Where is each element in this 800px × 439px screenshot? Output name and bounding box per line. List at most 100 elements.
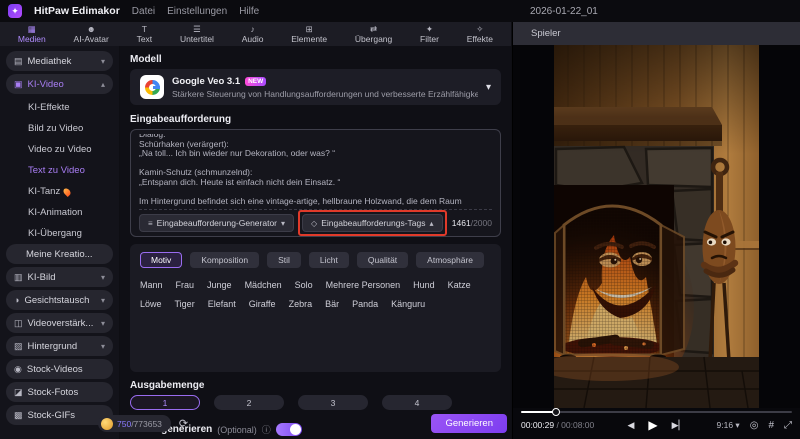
fullscreen-icon[interactable]: ⤢: [784, 420, 792, 431]
sidebar: ▤ Mediathek ▾ ▣ KI-Video ▴ KI-Effekte Bi…: [0, 46, 119, 439]
grid-crop-icon[interactable]: #: [768, 420, 774, 431]
sidebar-item-gesichtstausch[interactable]: ◑ Gesichtstausch ▾: [6, 290, 113, 310]
sidebar-item-ki-uebergang[interactable]: KI-Übergang: [6, 223, 113, 244]
chevron-down-icon[interactable]: ▾: [486, 82, 491, 93]
sidebar-item-label: Videoverstärk...: [27, 317, 94, 329]
chevron-down-icon: ▾: [100, 295, 105, 305]
tag-word[interactable]: Hund: [413, 280, 435, 290]
tag-word[interactable]: Bär: [325, 299, 339, 309]
menu-einstellungen[interactable]: Einstellungen: [167, 6, 227, 17]
prompt-line: Im Hintergrund befindet sich eine vintag…: [139, 196, 491, 206]
tag-word[interactable]: Mädchen: [245, 280, 282, 290]
credits-badge[interactable]: 750/773653: [98, 415, 171, 432]
sidebar-item-label: Mediathek: [27, 55, 72, 67]
image-icon: ▥: [14, 271, 23, 282]
sidebar-item-videoverstaerkung[interactable]: ◫ Videoverstärk... ▾: [6, 313, 113, 333]
music-note-icon: ♪: [250, 24, 255, 34]
quantity-option-2[interactable]: 2: [214, 395, 284, 410]
face-swap-icon: ◑: [14, 295, 20, 305]
tab-elemente[interactable]: ⊞ Elemente: [291, 25, 327, 43]
sidebar-item-stock-fotos[interactable]: ◪ Stock-Fotos: [6, 382, 113, 402]
prompt-text: Dialog: Schürhaken (verärgert): „Na toll…: [139, 134, 492, 206]
sidebar-item-mediathek[interactable]: ▤ Mediathek ▾: [6, 51, 113, 71]
tag-category-atmosphaere[interactable]: Atmosphäre: [416, 252, 485, 268]
transition-icon: ⇄: [370, 24, 378, 34]
tag-word[interactable]: Panda: [352, 299, 378, 309]
snapshot-icon[interactable]: ◎: [750, 420, 759, 431]
menu-datei[interactable]: Datei: [132, 6, 155, 17]
tag-category-stil[interactable]: Stil: [267, 252, 301, 268]
seek-bar[interactable]: [521, 408, 792, 416]
ribbon-tabbar: ▦ Medien ☻ AI-Avatar T Text ☰ Untertitel…: [0, 22, 511, 46]
tag-category-motiv[interactable]: Motiv: [140, 252, 183, 268]
sidebar-item-ki-video[interactable]: ▣ KI-Video ▴: [6, 74, 113, 94]
tag-categories: Motiv Komposition Stil Licht Qualität At…: [140, 252, 491, 268]
prompt-tags-button[interactable]: ◇ Eingabeaufforderungs-Tags ▴: [302, 214, 443, 232]
sidebar-item-ki-bild[interactable]: ▥ KI-Bild ▾: [6, 267, 113, 287]
previous-frame-button[interactable]: ◀: [628, 420, 635, 431]
stock-photo-icon: ◪: [14, 386, 23, 397]
chevron-down-icon: ▾: [100, 272, 105, 282]
tag-word[interactable]: Giraffe: [249, 299, 276, 309]
tag-word[interactable]: Junge: [207, 280, 232, 290]
tag-word[interactable]: Elefant: [208, 299, 236, 309]
tab-text[interactable]: T Text: [137, 25, 153, 43]
sidebar-item-meine-kreationen[interactable]: Meine Kreatio...: [6, 244, 113, 264]
tab-ai-avatar[interactable]: ☻ AI-Avatar: [74, 25, 109, 43]
tag-word[interactable]: Katze: [448, 280, 471, 290]
sidebar-item-stock-videos[interactable]: ◉ Stock-Videos: [6, 359, 113, 379]
sidebar-item-hintergrund[interactable]: ▨ Hintergrund ▾: [6, 336, 113, 356]
next-frame-button[interactable]: ▶▏: [672, 420, 686, 431]
tab-filter[interactable]: ✦ Filter: [420, 25, 439, 43]
credits-total: /773653: [131, 418, 162, 429]
sidebar-item-bild-zu-video[interactable]: Bild zu Video: [6, 118, 113, 139]
menu-hilfe[interactable]: Hilfe: [239, 6, 259, 17]
aspect-ratio-select[interactable]: 9:16 ▾: [717, 420, 740, 431]
tag-category-licht[interactable]: Licht: [308, 252, 349, 268]
player-panel: Spieler 00:00:29 / 00:08:00 ◀ ▶ ▶▏ 9:16 …: [512, 22, 800, 439]
tag-word[interactable]: Frau: [176, 280, 195, 290]
generate-button[interactable]: Generieren: [431, 414, 507, 433]
tag-word[interactable]: Mehrere Personen: [326, 280, 401, 290]
tab-audio[interactable]: ♪ Audio: [242, 25, 264, 43]
tab-untertitel[interactable]: ☰ Untertitel: [180, 25, 214, 43]
play-button[interactable]: ▶: [648, 418, 657, 432]
prompt-line: „Na toll... Ich bin wieder nur Dekoratio…: [139, 148, 336, 159]
tag-word[interactable]: Tiger: [175, 299, 195, 309]
sidebar-item-video-zu-video[interactable]: Video zu Video: [6, 139, 113, 160]
sidebar-item-ki-effekte[interactable]: KI-Effekte: [6, 97, 113, 118]
prompt-section-title: Eingabeaufforderung: [130, 114, 232, 125]
prompt-input[interactable]: Dialog: Schürhaken (verärgert): „Na toll…: [130, 129, 501, 237]
sidebar-item-stock-gifs[interactable]: ▩ Stock-GIFs: [6, 405, 113, 425]
tab-label: Filter: [420, 33, 439, 44]
sidebar-item-text-zu-video[interactable]: Text zu Video: [6, 160, 113, 181]
project-name: 2026-01-22_01: [530, 5, 598, 17]
tab-uebergang[interactable]: ⇄ Übergang: [355, 25, 392, 43]
tag-word[interactable]: Mann: [140, 280, 163, 290]
quantity-option-3[interactable]: 3: [298, 395, 368, 410]
sidebar-item-label: Stock-Videos: [26, 363, 83, 375]
tag-word[interactable]: Solo: [295, 280, 313, 290]
tag-category-qualitaet[interactable]: Qualität: [356, 252, 409, 268]
model-selector[interactable]: Google Veo 3.1 NEW Stärkere Steuerung vo…: [130, 69, 501, 105]
button-label: Eingabeaufforderung-Generator: [156, 218, 278, 228]
sidebar-item-ki-animation[interactable]: KI-Animation: [6, 202, 113, 223]
tab-effekte[interactable]: ✧ Effekte: [467, 25, 493, 43]
quantity-option-4[interactable]: 4: [382, 395, 452, 410]
tag-category-komposition[interactable]: Komposition: [190, 252, 260, 268]
tab-medien[interactable]: ▦ Medien: [18, 25, 46, 43]
text-icon: T: [141, 24, 147, 34]
prompt-generator-button[interactable]: ≡ Eingabeaufforderung-Generator ▾: [139, 214, 295, 232]
sidebar-item-label: KI-Bild: [27, 271, 56, 283]
model-description: Stärkere Steuerung von Handlungsaufforde…: [172, 88, 478, 99]
tag-word[interactable]: Löwe: [140, 299, 162, 309]
tag-word[interactable]: Känguru: [391, 299, 425, 309]
transport-controls: ◀ ▶ ▶▏: [628, 418, 686, 432]
refresh-icon[interactable]: ⟳: [179, 417, 188, 430]
char-counter: 1461/2000: [452, 218, 492, 228]
media-icon: ▦: [27, 24, 36, 34]
quantity-option-1[interactable]: 1: [130, 395, 200, 410]
model-info: Google Veo 3.1 NEW Stärkere Steuerung vo…: [172, 76, 478, 99]
tag-word[interactable]: Zebra: [289, 299, 313, 309]
sidebar-item-ki-tanz[interactable]: KI-Tanz: [6, 181, 113, 202]
